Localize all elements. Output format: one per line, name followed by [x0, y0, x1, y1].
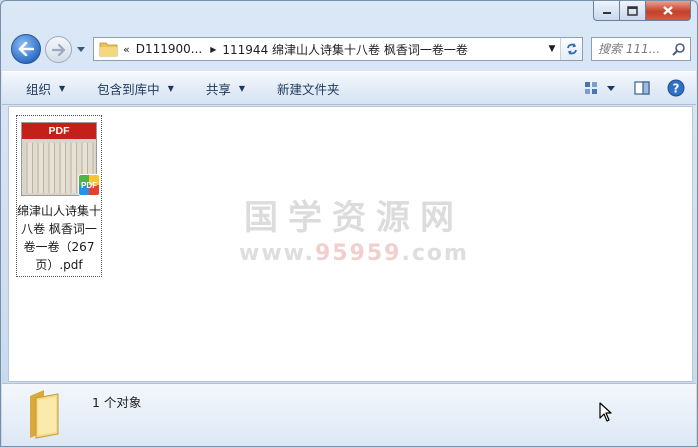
watermark-url-suffix: .com	[401, 241, 469, 266]
preview-pane-button[interactable]	[630, 77, 654, 99]
watermark-url-prefix: www.	[239, 241, 315, 266]
maximize-button[interactable]	[620, 1, 646, 21]
change-view-button[interactable]	[580, 77, 604, 99]
minimize-button[interactable]	[593, 1, 620, 21]
view-dropdown-button[interactable]	[604, 77, 618, 99]
watermark: 国学资源网 www.95959.com	[239, 190, 469, 266]
chevron-down-icon: ▼	[238, 83, 246, 93]
refresh-icon	[566, 43, 577, 55]
chevron-down-icon	[607, 85, 615, 91]
file-item[interactable]: PDF PDF 绵津山人诗集十八卷 枫香词一卷一卷（267页）.pdf	[16, 115, 102, 277]
svg-text:?: ?	[673, 82, 680, 96]
share-label: 共享	[205, 81, 231, 97]
include-in-library-label: 包含到库中	[97, 81, 160, 97]
address-bar[interactable]: « D111900... ▶ 111944 绵津山人诗集十八卷 枫香词一卷一卷 …	[93, 37, 583, 61]
command-bar: 组织 ▼ 包含到库中 ▼ 共享 ▼ 新建文件夹 ?	[2, 71, 696, 105]
pdf-badge-icon: PDF	[78, 174, 100, 196]
pdf-band-label: PDF	[22, 123, 96, 139]
new-folder-label: 新建文件夹	[277, 81, 340, 97]
file-list-view[interactable]: PDF PDF 绵津山人诗集十八卷 枫香词一卷一卷（267页）.pdf 国学资源…	[8, 106, 693, 382]
address-overflow-chevrons[interactable]: «	[123, 43, 130, 56]
view-controls: ?	[574, 77, 688, 99]
maximize-icon	[627, 5, 638, 16]
close-icon	[663, 6, 673, 15]
refresh-button[interactable]	[560, 38, 582, 60]
folder-icon	[30, 390, 59, 439]
folder-icon	[99, 42, 118, 57]
watermark-url: www.95959.com	[239, 241, 469, 266]
search-box	[591, 37, 691, 61]
navigation-bar: « D111900... ▶ 111944 绵津山人诗集十八卷 枫香词一卷一卷 …	[7, 31, 693, 67]
caption-buttons	[593, 1, 691, 21]
file-name: 绵津山人诗集十八卷 枫香词一卷一卷（267页）.pdf	[17, 204, 102, 272]
watermark-url-number: 95959	[314, 241, 402, 266]
help-button[interactable]: ?	[664, 77, 688, 99]
breadcrumb-arrow-icon[interactable]: ▶	[210, 45, 216, 54]
organize-label: 组织	[26, 81, 52, 97]
share-menu[interactable]: 共享 ▼	[184, 75, 255, 101]
back-button[interactable]	[11, 34, 41, 64]
mouse-cursor-icon	[599, 402, 612, 422]
view-options-icon	[585, 82, 597, 94]
minimize-icon	[602, 11, 611, 14]
address-segment-parent[interactable]: D111900...	[136, 42, 203, 56]
object-count: 1 个对象	[92, 395, 142, 410]
help-icon: ?	[667, 79, 685, 97]
new-folder-button[interactable]: 新建文件夹	[255, 75, 350, 101]
preview-pane-icon	[634, 81, 650, 95]
forward-button[interactable]	[45, 36, 72, 63]
address-dropdown-icon[interactable]: ▼	[544, 38, 560, 60]
arrow-left-icon	[18, 42, 34, 56]
search-icon[interactable]	[672, 42, 686, 56]
details-pane: 1 个对象	[2, 383, 696, 446]
close-button[interactable]	[646, 1, 691, 21]
explorer-window: « D111900... ▶ 111944 绵津山人诗集十八卷 枫香词一卷一卷 …	[0, 0, 698, 447]
include-in-library-menu[interactable]: 包含到库中 ▼	[75, 75, 184, 101]
chevron-down-icon: ▼	[59, 83, 66, 93]
search-input[interactable]	[598, 42, 670, 56]
chevron-down-icon	[77, 46, 85, 52]
organize-menu[interactable]: 组织 ▼	[2, 75, 75, 101]
recent-pages-button[interactable]	[75, 44, 87, 54]
watermark-title: 国学资源网	[243, 198, 464, 238]
arrow-right-icon	[51, 43, 65, 56]
chevron-down-icon: ▼	[167, 83, 174, 93]
address-segment-current[interactable]: 111944 绵津山人诗集十八卷 枫香词一卷一卷	[222, 41, 467, 58]
